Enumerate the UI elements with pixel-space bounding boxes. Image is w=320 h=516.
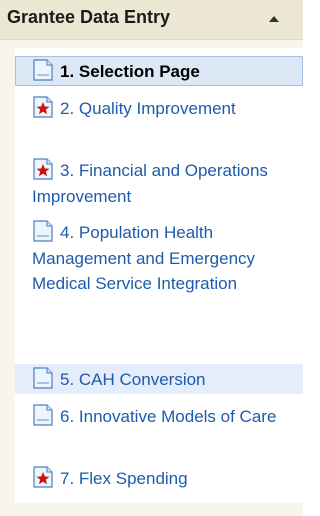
nav-item-label: 6. Innovative Models of Care [60, 407, 277, 426]
nav-item-financial-operations[interactable]: 3. Financial and Operations Improvement [15, 158, 303, 209]
document-icon [32, 220, 54, 242]
nav-item-quality-improvement[interactable]: 2. Quality Improvement [15, 96, 303, 147]
document-icon [32, 59, 54, 81]
nav-item-cah-conversion[interactable]: 5. CAH Conversion [15, 364, 303, 394]
nav-item-label: 7. Flex Spending [60, 469, 188, 488]
starred-document-icon [32, 96, 54, 118]
starred-document-icon [32, 466, 54, 488]
nav-item-selection-page[interactable]: 1. Selection Page [15, 56, 303, 86]
nav-item-label: 4. Population Health Management and Emer… [32, 223, 256, 293]
collapse-arrow-icon[interactable] [267, 12, 281, 26]
nav-item-population-health[interactable]: 4. Population Health Management and Emer… [15, 220, 303, 348]
nav-item-label: 2. Quality Improvement [60, 99, 236, 118]
panel-title: Grantee Data Entry [7, 7, 171, 27]
nav-item-label: 1. Selection Page [60, 62, 200, 81]
starred-document-icon [32, 158, 54, 180]
grantee-data-entry-panel: Grantee Data Entry 1. Selection Page 2. … [0, 0, 303, 516]
nav-item-flex-spending[interactable]: 7. Flex Spending [15, 466, 303, 493]
document-icon [32, 367, 54, 389]
nav-item-innovative-models[interactable]: 6. Innovative Models of Care [15, 404, 303, 455]
navigation-list: 1. Selection Page 2. Quality Improvement… [15, 48, 303, 503]
document-icon [32, 404, 54, 426]
panel-header[interactable]: Grantee Data Entry [0, 0, 303, 40]
nav-item-label: 3. Financial and Operations Improvement [32, 161, 268, 206]
nav-item-label: 5. CAH Conversion [60, 370, 206, 389]
